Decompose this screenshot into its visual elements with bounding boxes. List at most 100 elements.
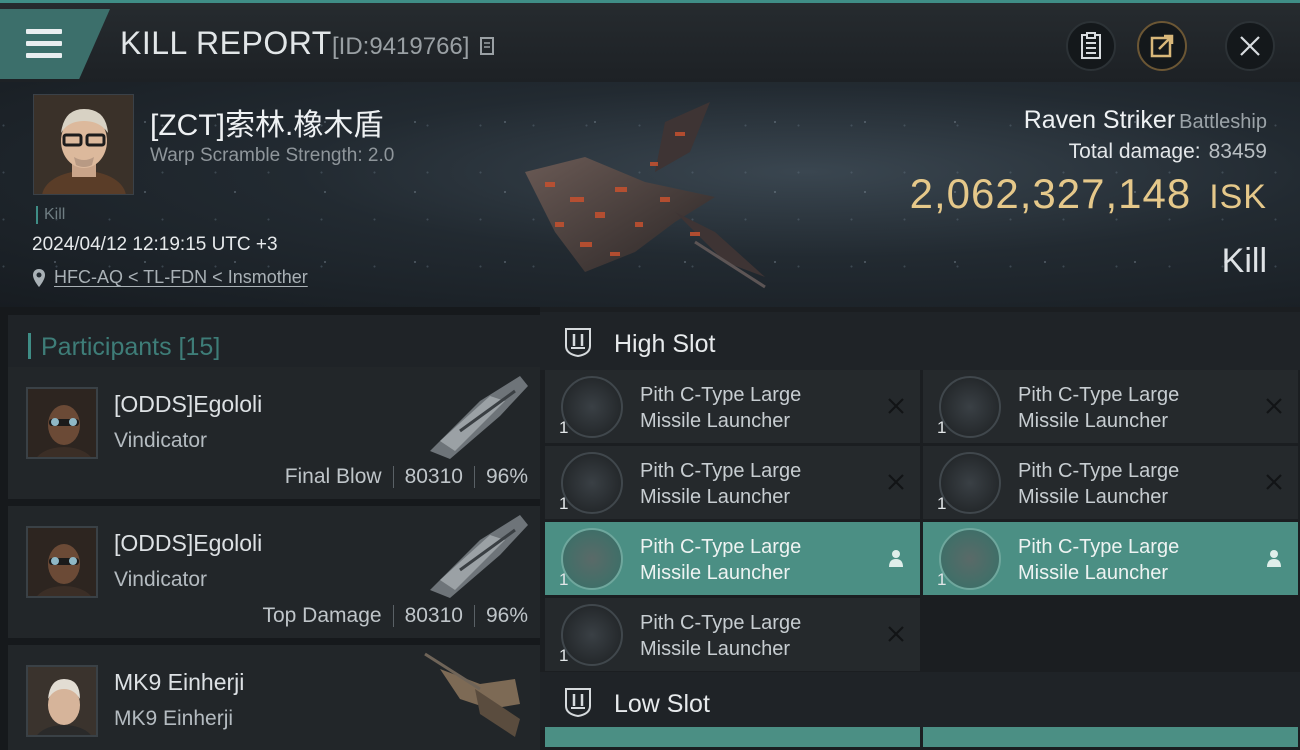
module-slot[interactable]: 1 Pith C-Type Large Missile Launcher <box>923 522 1298 595</box>
module-name: Pith C-Type Large Missile Launcher <box>640 382 870 434</box>
low-slot-header: Low Slot <box>540 672 1300 730</box>
share-icon <box>1150 34 1174 58</box>
module-slot[interactable]: 1 Pith C-Type Large Missile Launcher <box>545 522 920 595</box>
missile-launcher-icon <box>939 528 1001 590</box>
module-name-line1: Pith C-Type Large <box>1018 384 1180 406</box>
low-slot-label: Low Slot <box>614 690 710 718</box>
low-slot-module-partial[interactable] <box>923 727 1298 747</box>
participants-panel: Participants [15] [ODDS]Egololi Vindicat… <box>0 307 540 750</box>
missile-launcher-icon <box>939 376 1001 438</box>
result-label: Kill <box>1221 242 1267 280</box>
participant-card[interactable]: MK9 Einherji MK9 Einherji <box>8 645 540 750</box>
victim-summary: [ZCT]索林.橡木盾 Warp Scramble Strength: 2.0 … <box>0 82 1300 307</box>
module-name-line1: Pith C-Type Large <box>640 460 802 482</box>
participant-ship-render <box>430 376 528 459</box>
destroyed-icon <box>884 622 908 646</box>
module-name-line2: Missile Launcher <box>640 486 791 508</box>
dropped-person-icon <box>1262 546 1286 570</box>
module-slot[interactable]: 1 Pith C-Type Large Missile Launcher <box>545 370 920 443</box>
module-name-line2: Missile Launcher <box>640 638 791 660</box>
isk-unit: ISK <box>1209 178 1267 216</box>
missile-launcher-icon <box>939 452 1001 514</box>
missile-launcher-icon <box>561 604 623 666</box>
total-damage: Total damage: 83459 <box>1069 140 1267 164</box>
module-name: Pith C-Type Large Missile Launcher <box>640 458 870 510</box>
low-slot-icon <box>565 688 591 718</box>
module-name-line2: Missile Launcher <box>1018 562 1169 584</box>
location-link[interactable]: HFC-AQ < TL-FDN < Insmother <box>54 267 308 288</box>
kill-tag: Kill <box>36 206 65 224</box>
module-name: Pith C-Type Large Missile Launcher <box>1018 534 1248 586</box>
divider <box>392 466 394 488</box>
participant-card[interactable]: [ODDS]Egololi Vindicator Final Blow 8031… <box>8 367 540 499</box>
destroyed-icon <box>1262 470 1286 494</box>
share-button[interactable] <box>1137 21 1187 71</box>
module-name: Pith C-Type Large Missile Launcher <box>1018 382 1248 434</box>
menu-button[interactable] <box>0 9 110 79</box>
page-title: KILL REPORT <box>120 25 332 61</box>
isk-value: 2,062,327,148 ISK <box>910 170 1267 218</box>
victim-ship-name[interactable]: Raven Striker Battleship <box>1024 106 1267 135</box>
participants-header: Participants [15] <box>8 315 540 373</box>
module-quantity: 1 <box>559 570 569 589</box>
participant-portrait <box>26 665 98 737</box>
high-slot-icon <box>565 328 591 358</box>
module-quantity: 1 <box>559 646 569 665</box>
victim-pilot-name[interactable]: [ZCT]索林.橡木盾 <box>150 100 383 144</box>
module-quantity: 1 <box>937 570 947 589</box>
module-quantity: 1 <box>937 494 947 513</box>
title-bar: KILL REPORT [ID:9419766] <box>0 0 1300 82</box>
participant-name[interactable]: MK9 Einherji <box>114 669 244 696</box>
module-quantity: 1 <box>937 418 947 437</box>
destroyed-icon <box>1262 394 1286 418</box>
participant-name[interactable]: [ODDS]Egololi <box>114 530 262 557</box>
divider <box>392 605 394 627</box>
module-slot[interactable]: 1 Pith C-Type Large Missile Launcher <box>923 370 1298 443</box>
module-name: Pith C-Type Large Missile Launcher <box>640 534 870 586</box>
pilot-avatar <box>34 95 133 194</box>
report-id[interactable]: [ID:9419766] <box>332 33 496 61</box>
clipboard-button[interactable] <box>1066 21 1116 71</box>
high-slot-header: High Slot <box>540 312 1300 370</box>
participant-ship: MK9 Einherji <box>114 707 234 730</box>
participant-portrait <box>26 526 98 598</box>
module-name-line1: Pith C-Type Large <box>1018 536 1180 558</box>
module-name-line2: Missile Launcher <box>1018 410 1169 432</box>
module-name: Pith C-Type Large Missile Launcher <box>1018 458 1248 510</box>
module-slot[interactable]: 1 Pith C-Type Large Missile Launcher <box>545 598 920 671</box>
location-pin-icon <box>33 268 45 287</box>
participant-stats: Top Damage 80310 96% <box>262 604 528 628</box>
module-quantity: 1 <box>559 418 569 437</box>
destroyed-icon <box>884 394 908 418</box>
participant-role: Final Blow <box>284 465 382 488</box>
divider <box>473 605 475 627</box>
divider <box>473 466 475 488</box>
fitting-panel: High Slot 1 Pith C-Type Large Missile Lau… <box>540 307 1300 750</box>
ship-name-text: Raven Striker <box>1023 106 1176 134</box>
victim-ship-render <box>525 102 766 289</box>
ship-class: Battleship <box>1179 111 1267 133</box>
participant-card[interactable]: [ODDS]Egololi Vindicator Top Damage 8031… <box>8 506 540 638</box>
destroyed-icon <box>884 470 908 494</box>
isk-amount: 2,062,327,148 <box>909 170 1192 217</box>
low-slot-module-partial[interactable] <box>545 727 920 747</box>
clipboard-icon <box>1081 32 1101 59</box>
missile-launcher-icon <box>561 376 623 438</box>
module-slot[interactable]: 1 Pith C-Type Large Missile Launcher <box>545 446 920 519</box>
kill-location[interactable]: HFC-AQ < TL-FDN < Insmother <box>32 267 308 288</box>
victim-portrait[interactable] <box>33 94 134 195</box>
copy-icon[interactable] <box>478 36 496 56</box>
participant-ship: Vindicator <box>114 568 208 591</box>
participant-role: Top Damage <box>262 604 382 627</box>
participant-name[interactable]: [ODDS]Egololi <box>114 391 262 418</box>
module-quantity: 1 <box>559 494 569 513</box>
report-id-text: [ID:9419766] <box>332 33 470 60</box>
module-name-line1: Pith C-Type Large <box>640 384 802 406</box>
participant-stats: Final Blow 80310 96% <box>285 465 528 489</box>
close-button[interactable] <box>1225 21 1275 71</box>
module-name: Pith C-Type Large Missile Launcher <box>640 610 870 662</box>
module-slot[interactable]: 1 Pith C-Type Large Missile Launcher <box>923 446 1298 519</box>
warp-scramble-strength: Warp Scramble Strength: 2.0 <box>150 145 395 166</box>
header-accent-bar <box>28 333 31 359</box>
close-icon <box>1240 36 1260 56</box>
